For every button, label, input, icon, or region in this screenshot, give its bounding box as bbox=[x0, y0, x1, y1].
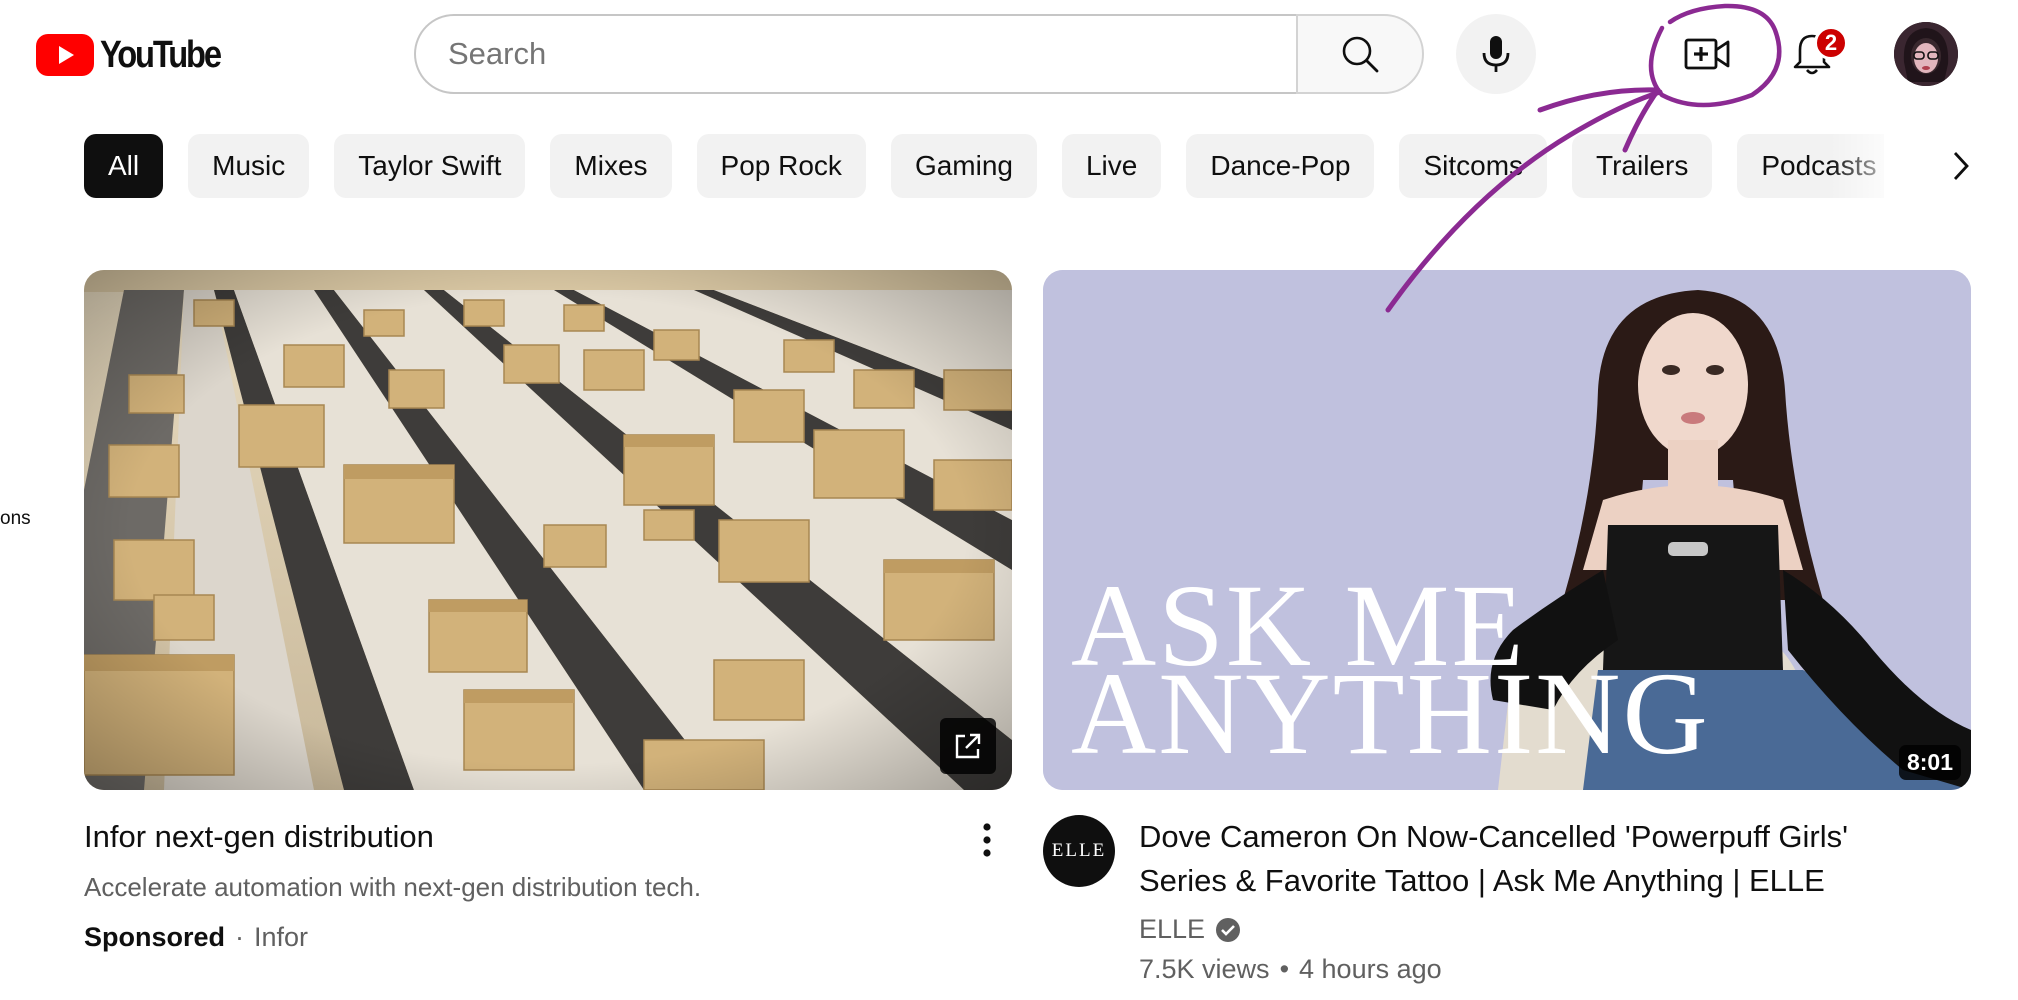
advertiser-name[interactable]: Infor bbox=[254, 922, 308, 953]
more-options-button[interactable] bbox=[972, 818, 1002, 862]
microphone-icon bbox=[1482, 36, 1510, 72]
interview-thumbnail-image: ASK ME ANYTHING bbox=[1043, 270, 1971, 790]
chip-all[interactable]: All bbox=[84, 134, 164, 198]
avatar-image bbox=[1894, 22, 1958, 86]
notification-badge: 2 bbox=[1814, 26, 1848, 60]
filter-chips: All Music Taylor Swift Mixes Pop Rock Ga… bbox=[84, 134, 1884, 198]
avatar[interactable] bbox=[1894, 22, 1958, 86]
voice-search-button[interactable] bbox=[1456, 14, 1536, 94]
chip-fade bbox=[1830, 128, 1920, 204]
chips-next-button[interactable] bbox=[1935, 134, 1987, 198]
search-icon bbox=[1342, 36, 1379, 73]
chip-taylor-swift[interactable]: Taylor Swift bbox=[334, 134, 526, 198]
chip-dance-pop[interactable]: Dance-Pop bbox=[1186, 134, 1375, 198]
upload-age: 4 hours ago bbox=[1299, 954, 1442, 984]
more-vert-icon bbox=[983, 823, 991, 857]
chip-sitcoms[interactable]: Sitcoms bbox=[1399, 134, 1548, 198]
ad-description: Accelerate automation with next-gen dist… bbox=[84, 872, 702, 902]
video-title-line1[interactable]: Dove Cameron On Now-Cancelled 'Powerpuff… bbox=[1139, 815, 1848, 859]
search-input[interactable] bbox=[448, 36, 1297, 72]
chip-gaming[interactable]: Gaming bbox=[890, 134, 1037, 198]
video-thumbnail[interactable]: ASK ME ANYTHING 8:01 bbox=[1043, 270, 1971, 790]
stats-separator: • bbox=[1279, 954, 1290, 984]
sponsored-label: Sponsored bbox=[84, 922, 226, 952]
verified-icon bbox=[1216, 917, 1241, 942]
video-stats: 7.5K views • 4 hours ago bbox=[1139, 954, 1442, 985]
external-link-icon bbox=[955, 733, 981, 759]
thumb-text-line2: ANYTHING bbox=[1071, 648, 1710, 779]
video-title-line2[interactable]: Series & Favorite Tattoo | Ask Me Anythi… bbox=[1139, 859, 1825, 903]
create-button[interactable] bbox=[1675, 22, 1739, 86]
sidebar-clipped-label: ons bbox=[0, 508, 31, 529]
warehouse-boxes-image bbox=[84, 270, 1012, 790]
logo-wordmark: YouTube bbox=[100, 33, 222, 76]
chip-music[interactable]: Music bbox=[188, 134, 310, 198]
youtube-logo-icon bbox=[36, 34, 94, 76]
meta-separator: · bbox=[235, 922, 245, 952]
chip-mixes[interactable]: Mixes bbox=[550, 134, 672, 198]
search-button[interactable] bbox=[1296, 14, 1424, 94]
create-video-icon bbox=[1684, 38, 1730, 70]
ad-title[interactable]: Infor next-gen distribution bbox=[84, 815, 434, 859]
search-box[interactable] bbox=[414, 14, 1297, 94]
ad-meta: Sponsored · Infor bbox=[84, 922, 308, 953]
channel-name[interactable]: ELLE bbox=[1139, 914, 1205, 945]
chip-trailers[interactable]: Trailers bbox=[1572, 134, 1713, 198]
view-count: 7.5K views bbox=[1139, 954, 1270, 984]
chevron-right-icon bbox=[1953, 152, 1969, 180]
channel-avatar[interactable]: ELLE bbox=[1043, 815, 1115, 887]
ad-thumbnail[interactable] bbox=[84, 270, 1012, 790]
duration-badge: 8:01 bbox=[1898, 745, 1961, 780]
youtube-logo[interactable]: YouTube bbox=[36, 34, 239, 76]
external-link-button[interactable] bbox=[940, 718, 996, 774]
chip-pop-rock[interactable]: Pop Rock bbox=[696, 134, 866, 198]
chip-live[interactable]: Live bbox=[1061, 134, 1162, 198]
channel-row: ELLE bbox=[1139, 914, 1241, 945]
